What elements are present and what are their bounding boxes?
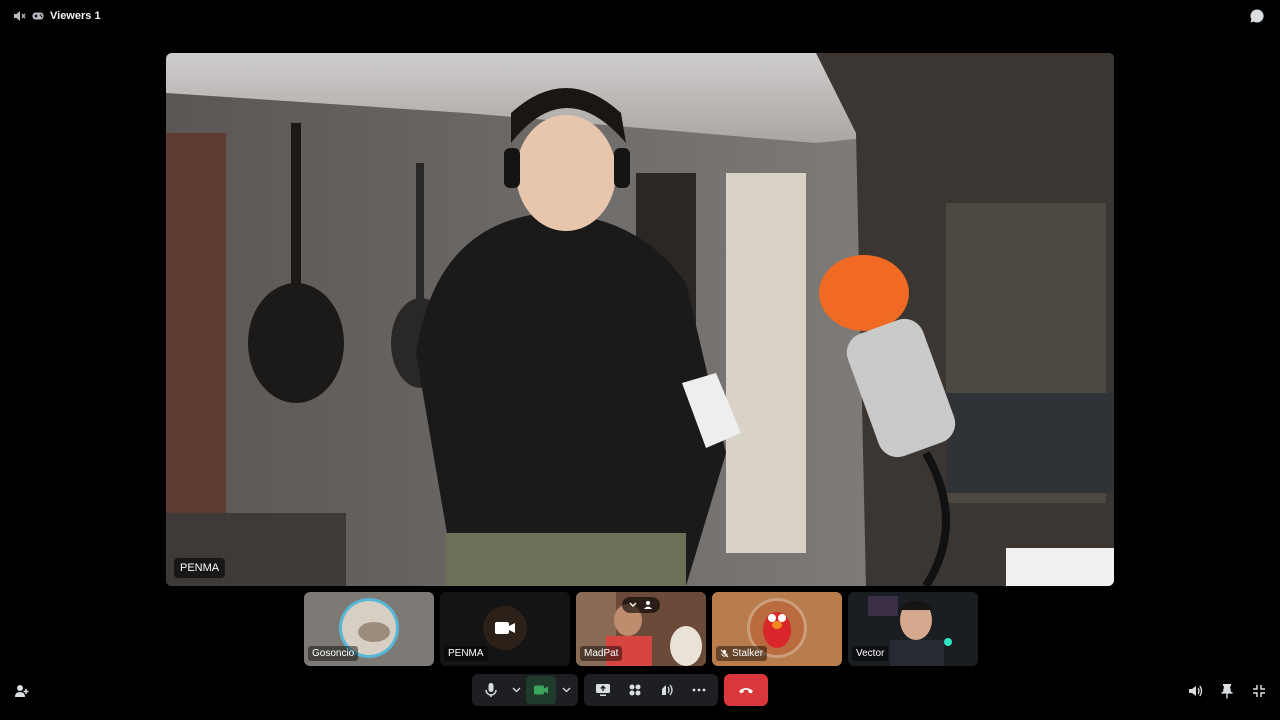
participant-tile[interactable]: PENMA — [440, 592, 570, 666]
top-bar: Viewers 1 — [0, 0, 1280, 32]
tile-name: Gosoncio — [308, 646, 359, 661]
speaker-muted-icon[interactable] — [12, 9, 26, 23]
phone-hangup-icon[interactable] — [724, 674, 768, 706]
actions-group — [584, 674, 718, 706]
participant-tile[interactable]: Gosoncio — [304, 592, 434, 666]
tile-name: MadPat — [580, 646, 623, 661]
mic-options-chevron-icon[interactable] — [508, 676, 524, 704]
soundboard-icon[interactable] — [652, 676, 682, 704]
tile-name: Vector — [852, 646, 889, 661]
stage-participant-name: PENMA — [174, 558, 226, 578]
bottom-right-tools — [1186, 682, 1268, 700]
pin-icon[interactable] — [1218, 682, 1236, 700]
call-controls — [472, 674, 768, 706]
participant-strip: Gosoncio PENMA MadPat Stalker Vector — [304, 592, 978, 666]
main-video-stage[interactable]: PENMA — [166, 53, 1114, 586]
tile-name-text: Stalker — [732, 648, 764, 659]
tile-name: PENMA — [444, 646, 488, 661]
participant-tile[interactable]: Vector — [848, 592, 978, 666]
microphone-icon[interactable] — [476, 676, 506, 704]
volume-icon[interactable] — [1186, 682, 1204, 700]
top-bar-left: Viewers 1 — [12, 8, 101, 24]
tile-name: Stalker — [716, 646, 768, 661]
stream-video — [166, 53, 1114, 586]
more-icon[interactable] — [684, 676, 714, 704]
add-person-icon[interactable] — [13, 682, 31, 700]
gamepad-icon — [32, 11, 44, 21]
camera-placeholder-icon — [494, 620, 516, 636]
participant-tile[interactable]: Stalker — [712, 592, 842, 666]
mic-muted-icon — [720, 649, 729, 658]
exit-fullscreen-icon[interactable] — [1250, 682, 1268, 700]
video-camera-icon[interactable] — [526, 676, 556, 704]
viewers-count[interactable]: Viewers 1 — [50, 10, 101, 22]
chat-bubble-icon[interactable] — [1248, 7, 1266, 25]
party-icon — [622, 597, 660, 613]
audio-video-group — [472, 674, 578, 706]
camera-options-chevron-icon[interactable] — [558, 676, 574, 704]
participant-tile-speaking[interactable]: MadPat — [576, 592, 706, 666]
activities-icon[interactable] — [620, 676, 650, 704]
screen-share-icon[interactable] — [588, 676, 618, 704]
